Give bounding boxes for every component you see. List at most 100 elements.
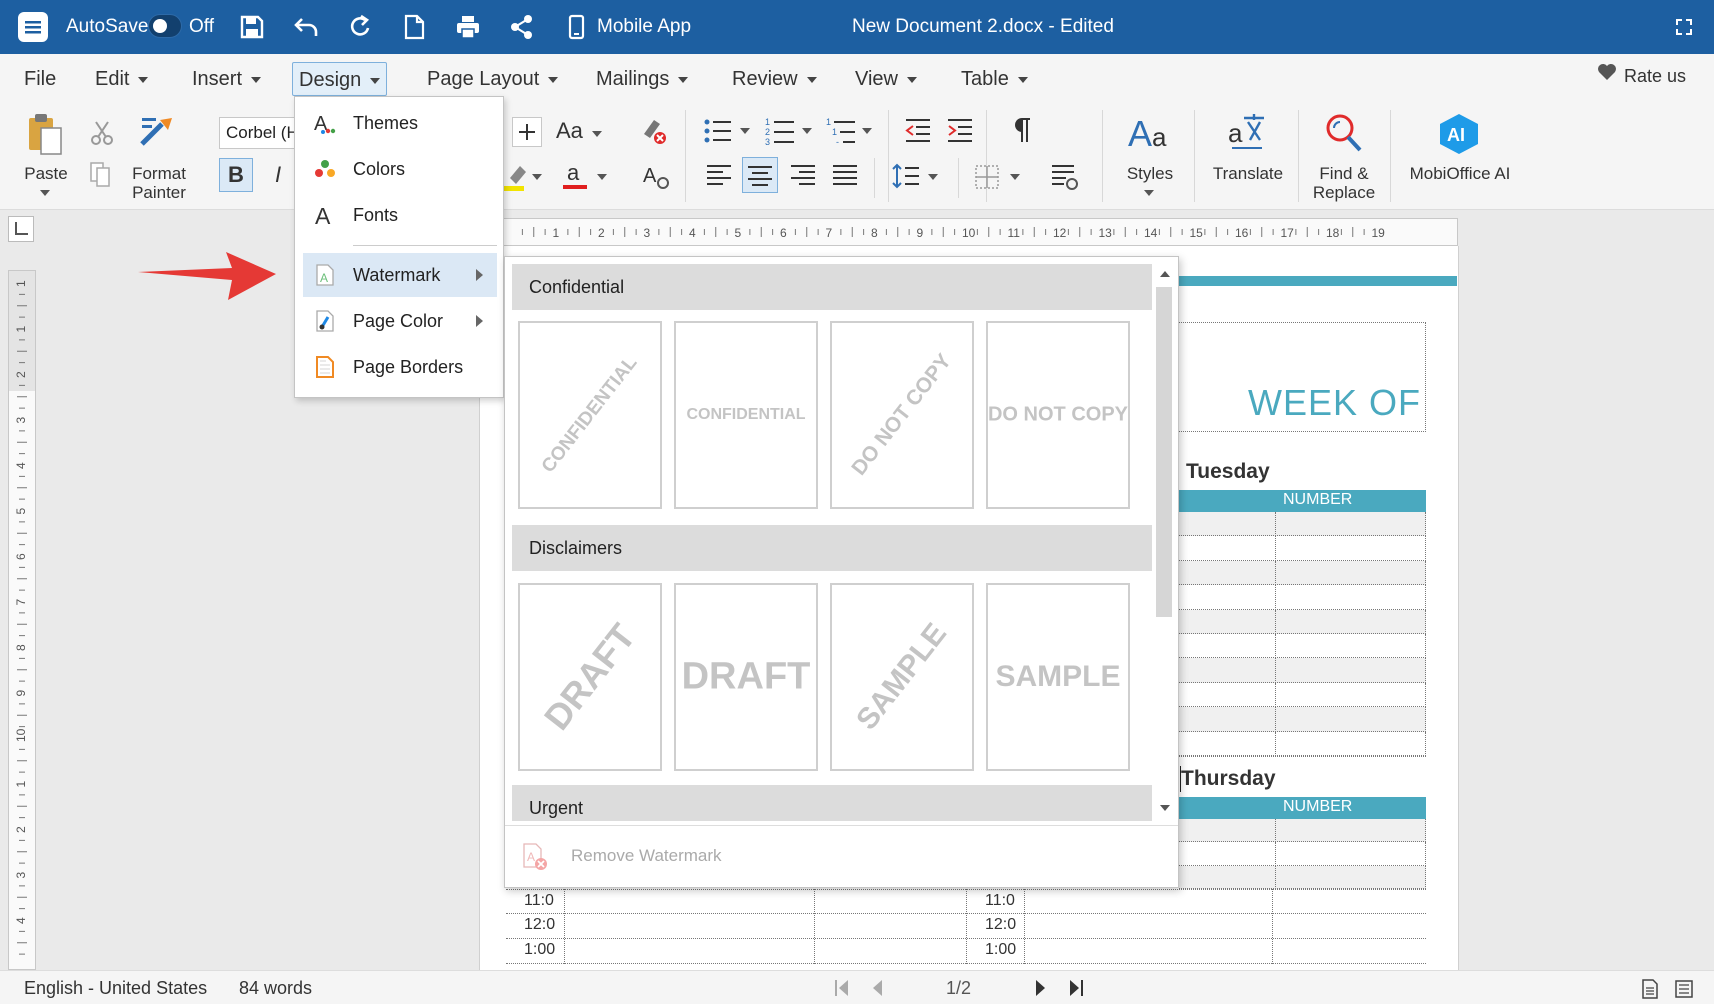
chevron-down-icon[interactable] [928, 174, 938, 180]
multilevel-list-icon[interactable]: 11- [826, 116, 856, 146]
menu-item-watermark[interactable]: A Watermark [303, 253, 497, 297]
menu-file[interactable]: File [18, 62, 62, 96]
chevron-down-icon[interactable] [532, 174, 542, 180]
web-layout-view-icon[interactable] [1674, 979, 1694, 999]
paste-icon[interactable] [26, 112, 64, 156]
character-style-icon[interactable]: A [642, 162, 670, 190]
chevron-down-icon[interactable] [740, 128, 750, 134]
italic-button[interactable]: I [268, 158, 288, 192]
format-painter-icon[interactable] [138, 114, 178, 154]
styles-label[interactable]: Styles [1120, 164, 1180, 183]
paste-label[interactable]: Paste [22, 164, 70, 183]
app-menu-icon[interactable] [18, 12, 48, 42]
menu-design[interactable]: Design [292, 62, 388, 96]
word-count[interactable]: 84 words [239, 971, 312, 1004]
colors-icon [313, 157, 337, 181]
menu-item-page-color[interactable]: Page Color [303, 299, 497, 343]
clear-formatting-icon[interactable] [638, 116, 670, 146]
menu-edit[interactable]: Edit [89, 62, 154, 96]
watermark-draft-diagonal[interactable]: DRAFT [518, 583, 662, 771]
new-document-icon[interactable] [400, 13, 428, 41]
find-replace-icon[interactable] [1322, 112, 1364, 154]
heart-icon[interactable] [1596, 61, 1618, 83]
show-formatting-marks-icon[interactable] [1012, 116, 1034, 144]
watermark-do-not-copy-diagonal[interactable]: DO NOT COPY [830, 321, 974, 509]
align-center-button[interactable] [742, 157, 778, 193]
print-icon[interactable] [454, 13, 482, 41]
find-replace-label[interactable]: Find & Replace [1304, 164, 1384, 202]
font-size-increase-button[interactable] [512, 117, 542, 147]
copy-icon[interactable] [88, 160, 114, 188]
align-right-icon[interactable] [790, 164, 816, 188]
justify-icon[interactable] [832, 164, 858, 188]
decrease-indent-icon[interactable] [904, 118, 932, 144]
menu-insert[interactable]: Insert [186, 62, 267, 96]
line-spacing-icon[interactable] [892, 162, 920, 190]
watermark-sample-diagonal[interactable]: SAMPLE [830, 583, 974, 771]
change-case-button[interactable]: Aa [556, 118, 583, 144]
ruler-number: 17 [1281, 226, 1295, 240]
watermark-draft-horizontal[interactable]: DRAFT [674, 583, 818, 771]
cut-icon[interactable] [90, 120, 114, 146]
bullets-icon[interactable] [704, 118, 732, 144]
save-icon[interactable] [238, 13, 266, 41]
menu-table[interactable]: Table [955, 62, 1034, 96]
watermark-sample-horizontal[interactable]: SAMPLE [986, 583, 1130, 771]
borders-icon[interactable] [974, 164, 1000, 190]
first-page-icon[interactable] [834, 979, 850, 997]
autosave-toggle[interactable] [148, 14, 182, 38]
last-page-icon[interactable] [1068, 979, 1084, 997]
print-layout-view-icon[interactable] [1640, 979, 1660, 999]
numbering-icon[interactable]: 123 [765, 116, 795, 146]
chevron-down-icon[interactable] [1010, 174, 1020, 180]
font-color-icon[interactable]: a [560, 160, 590, 192]
menu-mailings[interactable]: Mailings [590, 62, 694, 96]
scroll-up-icon[interactable] [1160, 271, 1170, 277]
menu-item-themes[interactable]: A Themes [303, 101, 497, 145]
font-name-field[interactable]: Corbel (H [219, 117, 297, 149]
chevron-down-icon[interactable] [1144, 190, 1154, 196]
format-painter-label[interactable]: Format Painter [124, 164, 194, 202]
horizontal-ruler[interactable]: 1 2 3 4 5 6 7 8 9 10 11 12 13 14 15 16 17 18 19 [500, 218, 1458, 246]
mobile-icon[interactable] [562, 13, 590, 41]
bold-button[interactable]: B [219, 158, 253, 192]
menu-item-colors[interactable]: Colors [303, 147, 497, 191]
chevron-down-icon[interactable] [802, 128, 812, 134]
previous-page-icon[interactable] [870, 979, 884, 997]
menu-review[interactable]: Review [726, 62, 823, 96]
highlight-color-icon[interactable] [504, 162, 530, 192]
rate-us-link[interactable]: Rate us [1624, 66, 1686, 87]
menu-page-layout[interactable]: Page Layout [421, 62, 564, 96]
language-indicator[interactable]: English - United States [24, 971, 207, 1004]
vertical-ruler[interactable]: 1 1 2 3 4 5 6 7 8 9 10 1 2 3 4 [8, 270, 36, 970]
mobioffice-ai-label[interactable]: MobiOffice AI [1400, 164, 1520, 183]
tab-selector[interactable] [8, 216, 34, 242]
translate-label[interactable]: Translate [1208, 164, 1288, 183]
mobile-app-label[interactable]: Mobile App [597, 0, 691, 54]
watermark-do-not-copy-horizontal[interactable]: DO NOT COPY [986, 321, 1130, 509]
fullscreen-icon[interactable] [1674, 17, 1694, 37]
styles-icon[interactable]: Aa [1126, 110, 1172, 154]
translate-icon[interactable]: a [1226, 112, 1268, 154]
increase-indent-icon[interactable] [946, 118, 974, 144]
undo-icon[interactable] [292, 13, 320, 41]
mobioffice-ai-icon[interactable]: AI [1436, 112, 1482, 156]
watermark-confidential-horizontal[interactable]: CONFIDENTIAL [674, 321, 818, 509]
gallery-scrollbar[interactable] [1151, 257, 1179, 821]
next-page-icon[interactable] [1034, 979, 1048, 997]
scrollbar-thumb[interactable] [1156, 287, 1172, 617]
redo-icon[interactable] [346, 13, 374, 41]
chevron-down-icon[interactable] [592, 131, 602, 137]
share-icon[interactable] [508, 13, 536, 41]
menu-item-page-borders[interactable]: Page Borders [303, 345, 497, 389]
align-left-icon[interactable] [706, 164, 732, 188]
chevron-down-icon[interactable] [862, 128, 872, 134]
paragraph-settings-icon[interactable] [1050, 162, 1080, 192]
menu-view[interactable]: View [849, 62, 923, 96]
chevron-down-icon[interactable] [40, 190, 50, 196]
chevron-down-icon[interactable] [597, 174, 607, 180]
remove-watermark-button[interactable]: A Remove Watermark [505, 825, 1178, 887]
menu-item-fonts[interactable]: A Fonts [303, 193, 497, 237]
watermark-confidential-diagonal[interactable]: CONFIDENTIAL [518, 321, 662, 509]
scroll-down-icon[interactable] [1160, 805, 1170, 811]
